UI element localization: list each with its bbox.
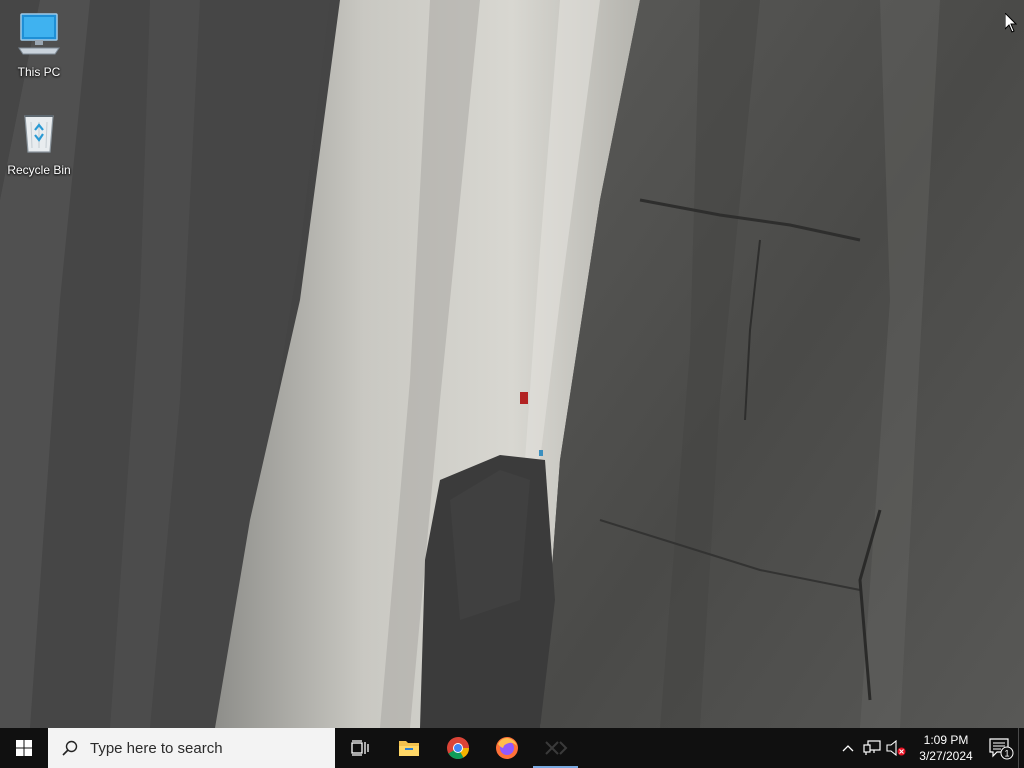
- show-desktop-button[interactable]: [1018, 728, 1024, 768]
- taskbar: Type here to search 1:09 PM 3/27/2024 1: [0, 728, 1024, 768]
- task-view-icon: [350, 740, 369, 756]
- clock-time: 1:09 PM: [923, 733, 969, 747]
- desktop-icon-this-pc[interactable]: This PC: [1, 10, 77, 79]
- chrome-button[interactable]: [433, 728, 482, 768]
- system-tray: 1:09 PM 3/27/2024 1: [836, 728, 1024, 768]
- mouse-cursor-icon: [1005, 13, 1017, 33]
- volume-button[interactable]: [884, 728, 908, 768]
- running-app-button[interactable]: [531, 728, 580, 768]
- taskbar-spacer: [580, 728, 836, 768]
- windows-logo-icon: [16, 740, 32, 756]
- clock[interactable]: 1:09 PM 3/27/2024: [912, 732, 980, 764]
- network-icon: [863, 740, 881, 755]
- file-explorer-button[interactable]: [384, 728, 433, 768]
- climber: [520, 392, 528, 404]
- search-placeholder: Type here to search: [90, 739, 223, 757]
- chrome-icon: [446, 737, 469, 759]
- app-icon: [544, 741, 567, 755]
- wallpaper: [0, 0, 1024, 728]
- notification-icon: 1: [989, 738, 1014, 760]
- search-box[interactable]: Type here to search: [48, 728, 335, 768]
- notification-count: 1: [1004, 749, 1009, 759]
- recycle-bin-icon: [24, 115, 54, 153]
- firefox-button[interactable]: [482, 728, 531, 768]
- desktop-icon-label: This PC: [17, 65, 61, 79]
- firefox-icon: [495, 737, 518, 759]
- file-explorer-icon: [398, 741, 419, 756]
- notification-center-button[interactable]: 1: [984, 728, 1018, 768]
- start-button[interactable]: [0, 728, 48, 768]
- desktop[interactable]: This PC Recycle Bin: [0, 0, 1024, 728]
- volume-muted-icon: [886, 740, 906, 756]
- this-pc-icon: [18, 13, 60, 55]
- search-icon: [62, 740, 78, 756]
- show-hidden-icons-button[interactable]: [836, 728, 860, 768]
- network-button[interactable]: [860, 728, 884, 768]
- task-view-button[interactable]: [335, 728, 384, 768]
- desktop-icon-recycle-bin[interactable]: Recycle Bin: [1, 108, 77, 177]
- chevron-up-icon: [842, 745, 854, 752]
- desktop-icon-label: Recycle Bin: [7, 163, 71, 177]
- clock-date: 3/27/2024: [919, 749, 973, 763]
